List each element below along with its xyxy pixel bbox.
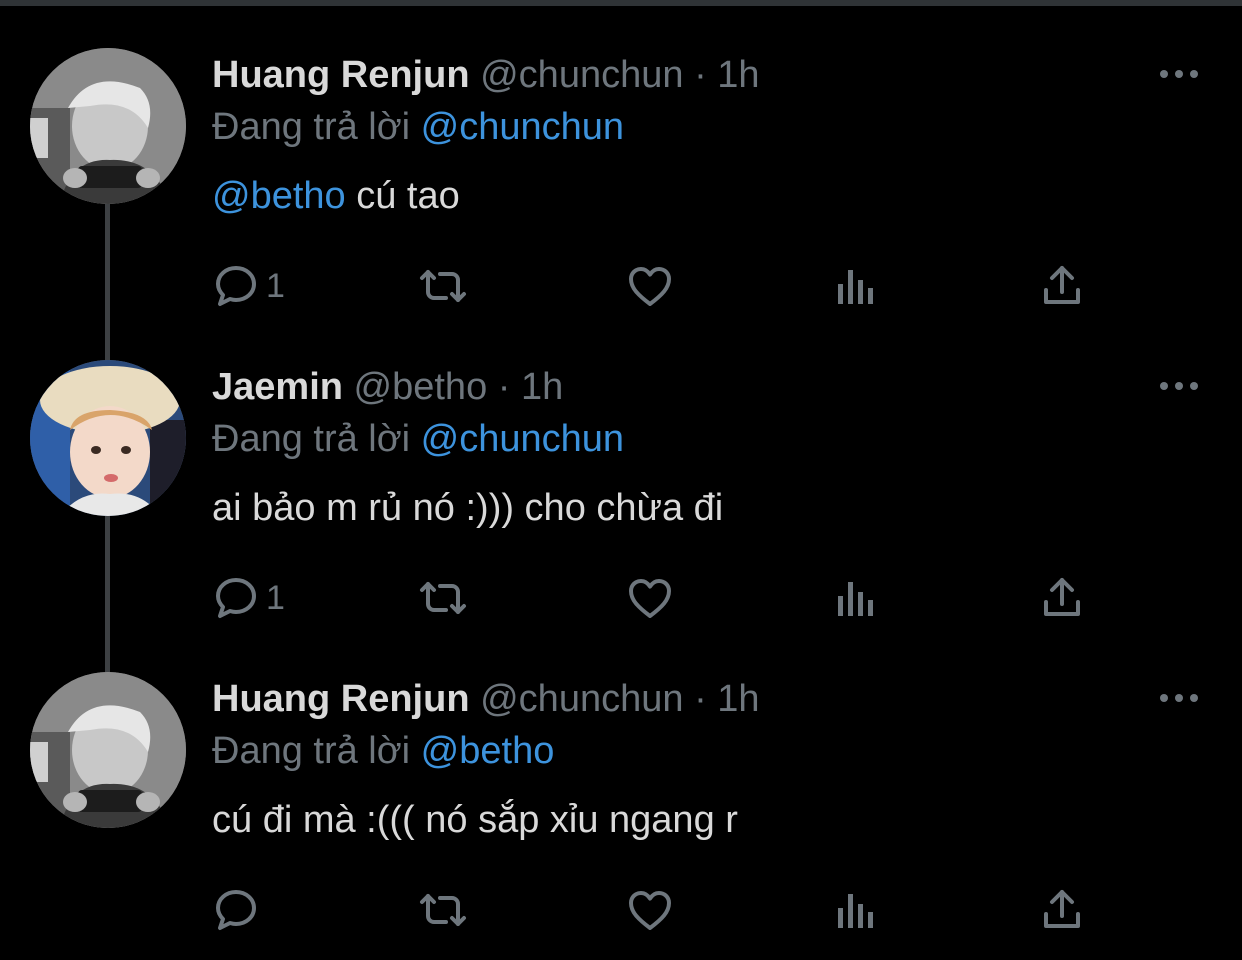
action-bar bbox=[0, 884, 1242, 936]
replying-label: Đang trả lời bbox=[212, 730, 411, 772]
more-icon[interactable] bbox=[1158, 688, 1200, 708]
separator: · bbox=[694, 678, 707, 720]
avatar[interactable] bbox=[30, 360, 186, 516]
like-icon bbox=[626, 262, 674, 310]
avatar[interactable] bbox=[30, 672, 186, 828]
handle[interactable]: @betho bbox=[354, 366, 488, 408]
reply-icon bbox=[212, 574, 260, 622]
stats-button[interactable] bbox=[834, 572, 878, 624]
timestamp[interactable]: 1h bbox=[717, 54, 759, 96]
tweet[interactable]: Huang Renjun @chunchun · 1h Đang trả lời… bbox=[0, 624, 1242, 936]
reply-to-mention[interactable]: @chunchun bbox=[421, 418, 624, 460]
retweet-icon bbox=[416, 574, 470, 622]
display-name[interactable]: Huang Renjun bbox=[212, 678, 470, 720]
retweet-icon bbox=[416, 262, 470, 310]
reply-button[interactable] bbox=[212, 884, 266, 936]
tweet-text: cú đi mà :((( nó sắp xỉu ngang r bbox=[212, 797, 738, 843]
action-bar: 1 bbox=[0, 260, 1242, 312]
timestamp[interactable]: 1h bbox=[521, 366, 563, 408]
display-name[interactable]: Huang Renjun bbox=[212, 54, 470, 96]
avatar[interactable] bbox=[30, 48, 186, 204]
like-button[interactable] bbox=[626, 260, 674, 312]
reply-icon bbox=[212, 262, 260, 310]
retweet-button[interactable] bbox=[416, 260, 470, 312]
tweet[interactable]: Jaemin @betho · 1h Đang trả lời @chunchu… bbox=[0, 312, 1242, 672]
timestamp[interactable]: 1h bbox=[717, 678, 759, 720]
tweet-text: @betho cú tao bbox=[212, 173, 460, 219]
action-bar: 1 bbox=[0, 572, 1242, 624]
more-icon[interactable] bbox=[1158, 64, 1200, 84]
tweet-text-content: cú đi mà :((( nó sắp xỉu ngang r bbox=[212, 799, 738, 841]
share-button[interactable] bbox=[1038, 260, 1086, 312]
share-icon bbox=[1038, 886, 1086, 934]
separator: · bbox=[497, 366, 511, 408]
reply-to-mention[interactable]: @betho bbox=[421, 730, 555, 772]
like-icon bbox=[626, 574, 674, 622]
stats-icon bbox=[834, 264, 878, 308]
retweet-button[interactable] bbox=[416, 572, 470, 624]
tweet-header: Jaemin @betho · 1h bbox=[212, 364, 563, 410]
replying-to: Đang trả lời @betho bbox=[212, 728, 554, 774]
text-mention[interactable]: @betho bbox=[212, 175, 346, 217]
stats-button[interactable] bbox=[834, 260, 878, 312]
reply-to-mention[interactable]: @chunchun bbox=[421, 106, 624, 148]
tweet-text: ai bảo m rủ nó :))) cho chừa đi bbox=[212, 485, 723, 531]
retweet-button[interactable] bbox=[416, 884, 470, 936]
stats-icon bbox=[834, 888, 878, 932]
retweet-icon bbox=[416, 886, 470, 934]
tweet-text-content: ai bảo m rủ nó :))) cho chừa đi bbox=[212, 487, 724, 529]
share-icon bbox=[1038, 574, 1086, 622]
share-button[interactable] bbox=[1038, 884, 1086, 936]
tweet-text-content: cú tao bbox=[345, 175, 460, 217]
tweet-header: Huang Renjun @chunchun · 1h bbox=[212, 676, 760, 722]
replying-label: Đang trả lời bbox=[212, 106, 411, 148]
handle[interactable]: @chunchun bbox=[480, 678, 683, 720]
share-icon bbox=[1038, 262, 1086, 310]
like-button[interactable] bbox=[626, 884, 674, 936]
replying-to: Đang trả lời @chunchun bbox=[212, 416, 624, 462]
reply-button[interactable]: 1 bbox=[212, 260, 285, 312]
handle[interactable]: @chunchun bbox=[480, 54, 683, 96]
share-button[interactable] bbox=[1038, 572, 1086, 624]
more-icon[interactable] bbox=[1158, 376, 1200, 396]
reply-count: 1 bbox=[266, 266, 285, 305]
reply-count: 1 bbox=[266, 578, 285, 617]
reply-icon bbox=[212, 886, 260, 934]
reply-button[interactable]: 1 bbox=[212, 572, 285, 624]
like-icon bbox=[626, 886, 674, 934]
display-name[interactable]: Jaemin bbox=[212, 366, 343, 408]
separator: · bbox=[694, 54, 707, 96]
replying-label: Đang trả lời bbox=[212, 418, 411, 460]
tweet[interactable]: Huang Renjun @chunchun · 1h Đang trả lời… bbox=[0, 0, 1242, 360]
like-button[interactable] bbox=[626, 572, 674, 624]
stats-icon bbox=[834, 576, 878, 620]
replying-to: Đang trả lời @chunchun bbox=[212, 104, 624, 150]
stats-button[interactable] bbox=[834, 884, 878, 936]
tweet-header: Huang Renjun @chunchun · 1h bbox=[212, 52, 760, 98]
